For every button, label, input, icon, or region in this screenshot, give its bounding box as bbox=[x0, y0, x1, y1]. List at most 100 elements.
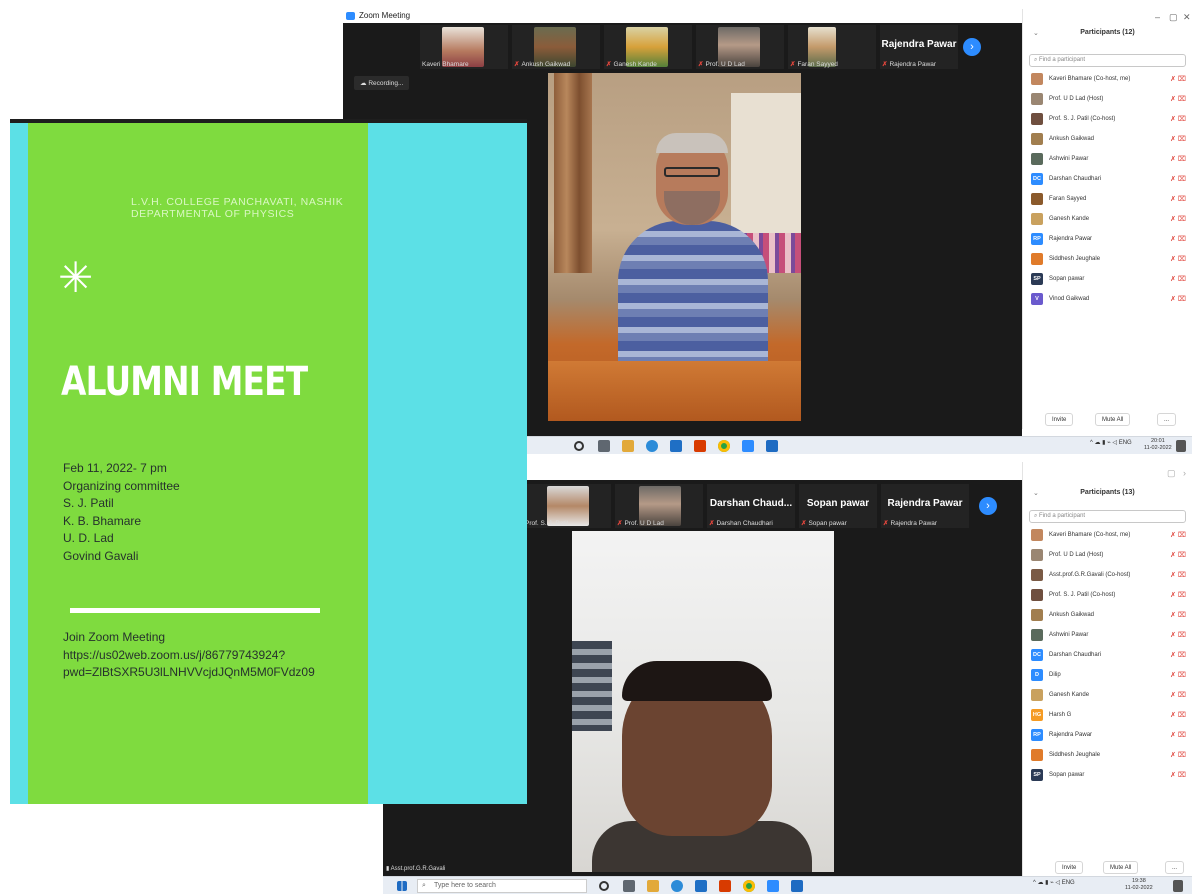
mic-muted-icon[interactable]: ✗ ⌧ bbox=[1170, 771, 1186, 779]
mic-muted-icon[interactable]: ✗ ⌧ bbox=[1170, 155, 1186, 163]
edge-icon[interactable] bbox=[671, 880, 683, 892]
gallery-tile[interactable]: Sopan pawar ✗ Sopan pawar bbox=[799, 484, 877, 528]
minimize-icon[interactable]: – bbox=[1155, 12, 1160, 22]
participant-row[interactable]: Prof. U D Lad (Host) ✗ ⌧ bbox=[1023, 545, 1192, 565]
zoom-taskbar-icon[interactable] bbox=[767, 880, 779, 892]
chrome-icon[interactable] bbox=[743, 880, 755, 892]
mic-muted-icon[interactable]: ✗ ⌧ bbox=[1170, 691, 1186, 699]
participant-search-input[interactable]: ⌕ Find a participant bbox=[1029, 510, 1186, 523]
participant-row[interactable]: Ankush Gaikwad ✗ ⌧ bbox=[1023, 129, 1192, 149]
mic-muted-icon[interactable]: ✗ ⌧ bbox=[1170, 731, 1186, 739]
taskbar-clock[interactable]: 19:38 11-02-2022 bbox=[1125, 878, 1153, 892]
participant-row[interactable]: RP Rajendra Pawar ✗ ⌧ bbox=[1023, 229, 1192, 249]
participant-row[interactable]: Kaveri Bhamare (Co-host, me) ✗ ⌧ bbox=[1023, 525, 1192, 545]
store-icon[interactable] bbox=[670, 440, 682, 452]
mic-muted-icon[interactable]: ✗ ⌧ bbox=[1170, 135, 1186, 143]
more-button[interactable]: ... bbox=[1165, 861, 1185, 874]
office-icon[interactable] bbox=[719, 880, 731, 892]
gallery-next-button[interactable]: › bbox=[963, 38, 981, 56]
gallery-tile[interactable]: Darshan Chaud... ✗ Darshan Chaudhari bbox=[707, 484, 795, 528]
mic-muted-icon[interactable]: ✗ ⌧ bbox=[1170, 235, 1186, 243]
mic-muted-icon[interactable]: ✗ ⌧ bbox=[1170, 295, 1186, 303]
gallery-tile[interactable]: ✗ Ganesh Kande bbox=[604, 25, 692, 69]
participant-row[interactable]: HG Harsh G ✗ ⌧ bbox=[1023, 705, 1192, 725]
mic-muted-icon[interactable]: ✗ ⌧ bbox=[1170, 611, 1186, 619]
notification-icon[interactable] bbox=[1176, 440, 1186, 452]
mic-muted-icon[interactable]: ✗ ⌧ bbox=[1170, 651, 1186, 659]
gallery-tile[interactable]: Rajendra Pawar ✗ Rajendra Pawar bbox=[881, 484, 969, 528]
office-icon[interactable] bbox=[694, 440, 706, 452]
participant-row[interactable]: DC Darshan Chaudhari ✗ ⌧ bbox=[1023, 645, 1192, 665]
system-tray[interactable]: ^ ☁ ▮ ⌁ ◁ ENG bbox=[1090, 439, 1132, 446]
mic-muted-icon[interactable]: ✗ ⌧ bbox=[1170, 531, 1186, 539]
gallery-tile[interactable]: ✗ Faran Sayyed bbox=[788, 25, 876, 69]
chrome-icon[interactable] bbox=[718, 440, 730, 452]
file-explorer-icon[interactable] bbox=[622, 440, 634, 452]
maximize-icon[interactable]: ▢ bbox=[1167, 468, 1176, 479]
mic-muted-icon[interactable]: ✗ ⌧ bbox=[1170, 195, 1186, 203]
mute-all-button[interactable]: Mute All bbox=[1103, 861, 1139, 874]
close-icon[interactable]: ✕ bbox=[1183, 12, 1191, 23]
participant-row[interactable]: Ganesh Kande ✗ ⌧ bbox=[1023, 209, 1192, 229]
mic-muted-icon[interactable]: ✗ ⌧ bbox=[1170, 115, 1186, 123]
gallery-tile[interactable]: ✗ Prof. U D Lad bbox=[696, 25, 784, 69]
participant-row[interactable]: SP Sopan pawar ✗ ⌧ bbox=[1023, 269, 1192, 289]
gallery-tile[interactable]: Rajendra Pawar ✗ Rajendra Pawar bbox=[880, 25, 958, 69]
mic-muted-icon[interactable]: ✗ ⌧ bbox=[1170, 631, 1186, 639]
participant-row[interactable]: DC Darshan Chaudhari ✗ ⌧ bbox=[1023, 169, 1192, 189]
mic-muted-icon[interactable]: ✗ ⌧ bbox=[1170, 591, 1186, 599]
participant-row[interactable]: Siddhesh Jeughale ✗ ⌧ bbox=[1023, 745, 1192, 765]
system-tray[interactable]: ^ ☁ ▮ ⌁ ◁ ENG bbox=[1033, 879, 1075, 886]
mic-muted-icon[interactable]: ✗ ⌧ bbox=[1170, 551, 1186, 559]
zoom-link[interactable]: pwd=ZlBtSXR5U3lLNHVVcjdJQnM5M0FVdz09 bbox=[63, 664, 315, 682]
mic-muted-icon[interactable]: ✗ ⌧ bbox=[1170, 175, 1186, 183]
participant-row[interactable]: Ashwini Pawar ✗ ⌧ bbox=[1023, 625, 1192, 645]
gallery-tile[interactable]: ✗ Ankush Gaikwad bbox=[512, 25, 600, 69]
participant-row[interactable]: Kaveri Bhamare (Co-host, me) ✗ ⌧ bbox=[1023, 69, 1192, 89]
edge-icon[interactable] bbox=[646, 440, 658, 452]
more-button[interactable]: ... bbox=[1157, 413, 1177, 426]
participant-row[interactable]: V Vinod Gaikwad ✗ ⌧ bbox=[1023, 289, 1192, 309]
invite-button[interactable]: Invite bbox=[1055, 861, 1084, 874]
mic-muted-icon[interactable]: ✗ ⌧ bbox=[1170, 275, 1186, 283]
mic-muted-icon[interactable]: ✗ ⌧ bbox=[1170, 75, 1186, 83]
taskbar-clock[interactable]: 20:01 11-02-2022 bbox=[1144, 438, 1172, 452]
notification-icon[interactable] bbox=[1173, 880, 1183, 892]
mic-muted-icon[interactable]: ✗ ⌧ bbox=[1170, 571, 1186, 579]
gallery-tile[interactable]: Prof. S. J. Patil bbox=[523, 484, 611, 528]
chevron-down-icon[interactable]: ⌄ bbox=[1033, 29, 1039, 37]
mic-muted-icon[interactable]: ✗ ⌧ bbox=[1170, 95, 1186, 103]
outlook-icon[interactable] bbox=[766, 440, 778, 452]
participant-row[interactable]: Asst.prof.G.R.Gavali (Co-host) ✗ ⌧ bbox=[1023, 565, 1192, 585]
participant-row[interactable]: Prof. U D Lad (Host) ✗ ⌧ bbox=[1023, 89, 1192, 109]
participant-row[interactable]: Ankush Gaikwad ✗ ⌧ bbox=[1023, 605, 1192, 625]
gallery-tile[interactable]: Kaveri Bhamare bbox=[420, 25, 508, 69]
participant-row[interactable]: Faran Sayyed ✗ ⌧ bbox=[1023, 189, 1192, 209]
task-view-icon[interactable] bbox=[598, 440, 610, 452]
task-view-icon[interactable] bbox=[623, 880, 635, 892]
close-icon[interactable]: › bbox=[1183, 468, 1186, 478]
participant-row[interactable]: SP Sopan pawar ✗ ⌧ bbox=[1023, 765, 1192, 785]
gallery-next-button[interactable]: › bbox=[979, 497, 997, 515]
windows-start-icon[interactable] bbox=[397, 881, 407, 891]
mic-muted-icon[interactable]: ✗ ⌧ bbox=[1170, 215, 1186, 223]
mic-muted-icon[interactable]: ✗ ⌧ bbox=[1170, 671, 1186, 679]
zoom-taskbar-icon[interactable] bbox=[742, 440, 754, 452]
participant-search-input[interactable]: ⌕ Find a participant bbox=[1029, 54, 1186, 67]
mute-all-button[interactable]: Mute All bbox=[1095, 413, 1131, 426]
mic-muted-icon[interactable]: ✗ ⌧ bbox=[1170, 751, 1186, 759]
participant-row[interactable]: Ganesh Kande ✗ ⌧ bbox=[1023, 685, 1192, 705]
participant-row[interactable]: Prof. S. J. Patil (Co-host) ✗ ⌧ bbox=[1023, 585, 1192, 605]
participant-row[interactable]: Prof. S. J. Patil (Co-host) ✗ ⌧ bbox=[1023, 109, 1192, 129]
file-explorer-icon[interactable] bbox=[647, 880, 659, 892]
outlook-icon[interactable] bbox=[791, 880, 803, 892]
maximize-icon[interactable]: ▢ bbox=[1169, 12, 1178, 23]
cortana-icon[interactable] bbox=[599, 881, 609, 891]
zoom-link[interactable]: https://us02web.zoom.us/j/86779743924? bbox=[63, 647, 315, 665]
participant-row[interactable]: RP Rajendra Pawar ✗ ⌧ bbox=[1023, 725, 1192, 745]
cortana-icon[interactable] bbox=[574, 441, 584, 451]
mic-muted-icon[interactable]: ✗ ⌧ bbox=[1170, 255, 1186, 263]
mic-muted-icon[interactable]: ✗ ⌧ bbox=[1170, 711, 1186, 719]
gallery-tile[interactable]: ✗ Prof. U D Lad bbox=[615, 484, 703, 528]
chevron-down-icon[interactable]: ⌄ bbox=[1033, 489, 1039, 497]
